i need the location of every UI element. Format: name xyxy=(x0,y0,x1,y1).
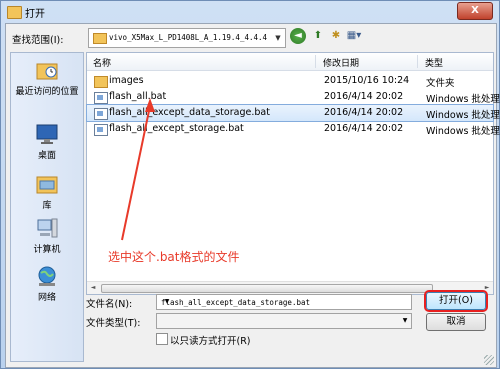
filetype-select[interactable]: ▼ xyxy=(156,313,412,329)
lookin-combobox[interactable]: vivo_X5Max_L_PD1408L_A_1.19.4_4.4.4 ▼ xyxy=(88,28,286,48)
folder-icon xyxy=(94,76,108,88)
recent-places-icon xyxy=(36,63,58,80)
library-icon xyxy=(36,176,58,194)
file-name: flash_all_except_storage.bat xyxy=(109,123,244,134)
scroll-thumb[interactable] xyxy=(101,284,433,293)
back-button[interactable]: ◄ xyxy=(290,28,306,44)
column-type[interactable]: 类型 xyxy=(425,56,443,69)
places-bar: 最近访问的位置 桌面 库 计算机 网络 xyxy=(10,52,84,362)
batch-file-icon xyxy=(94,124,108,136)
file-type: Windows 批处理文 xyxy=(426,126,500,137)
desktop-icon xyxy=(36,124,58,144)
file-date: 2016/4/14 20:02 xyxy=(324,91,404,102)
file-date: 2016/4/14 20:02 xyxy=(324,107,404,118)
file-date: 2015/10/16 10:24 xyxy=(324,75,410,86)
column-date[interactable]: 修改日期 xyxy=(323,56,359,69)
place-label: 库 xyxy=(42,201,52,211)
file-row-selected[interactable]: flash_all_except_data_storage.bat 2016/4… xyxy=(86,104,500,122)
column-name[interactable]: 名称 xyxy=(93,56,111,69)
close-button[interactable]: X xyxy=(457,2,493,20)
file-type: Windows 批处理文 xyxy=(426,110,500,121)
place-label: 网络 xyxy=(37,293,56,303)
open-button[interactable]: 打开(O) xyxy=(426,292,486,310)
file-row[interactable]: flash_all_except_storage.bat 2016/4/14 2… xyxy=(87,121,500,137)
cancel-button[interactable]: 取消 xyxy=(426,313,486,331)
place-label: 计算机 xyxy=(33,245,61,255)
place-computer[interactable]: 计算机 xyxy=(11,217,83,255)
readonly-label: 以只读方式打开(R) xyxy=(170,336,251,347)
file-row[interactable]: flash_all.bat 2016/4/14 20:02 Windows 批处… xyxy=(87,89,500,105)
readonly-checkbox[interactable] xyxy=(156,333,168,345)
title-bar[interactable]: 打开 X xyxy=(1,1,499,23)
view-menu-button[interactable]: ▦▾ xyxy=(346,28,362,44)
place-recent[interactable]: 最近访问的位置 xyxy=(11,59,83,97)
file-type: Windows 批处理文 xyxy=(426,94,500,105)
file-type: 文件夹 xyxy=(426,78,455,89)
folder-icon xyxy=(93,33,107,44)
batch-file-icon xyxy=(94,92,108,104)
filename-value: flash_all_except_data_storage.bat xyxy=(161,298,311,307)
lookin-label: 查找范围(I): xyxy=(12,35,64,46)
computer-icon xyxy=(37,218,58,238)
annotation-text: 选中这个.bat格式的文件 xyxy=(108,250,240,264)
filetype-label: 文件类型(T): xyxy=(86,318,141,329)
resize-grip[interactable] xyxy=(484,355,494,365)
place-library[interactable]: 库 xyxy=(11,173,83,211)
scroll-left-icon[interactable]: ◄ xyxy=(87,282,99,294)
file-name: flash_all.bat xyxy=(109,91,167,102)
column-header: 名称 修改日期 类型 xyxy=(87,53,493,71)
file-name: flash_all_except_data_storage.bat xyxy=(109,107,270,118)
folder-icon xyxy=(7,6,22,19)
file-name: images xyxy=(109,75,144,86)
chevron-down-icon[interactable]: ▼ xyxy=(161,295,173,309)
open-file-dialog: 打开 X 查找范围(I): vivo_X5Max_L_PD1408L_A_1.1… xyxy=(0,0,500,369)
place-label: 桌面 xyxy=(37,151,56,161)
lookin-value: vivo_X5Max_L_PD1408L_A_1.19.4_4.4.4 xyxy=(109,33,268,42)
place-label: 最近访问的位置 xyxy=(15,87,79,97)
window-title: 打开 xyxy=(25,9,45,20)
dialog-body: 查找范围(I): vivo_X5Max_L_PD1408L_A_1.19.4_4… xyxy=(5,23,500,368)
file-date: 2016/4/14 20:02 xyxy=(324,123,404,134)
batch-file-icon xyxy=(94,108,108,120)
filename-label: 文件名(N): xyxy=(86,299,133,310)
new-folder-button[interactable]: ✱ xyxy=(328,28,344,44)
filename-input[interactable]: flash_all_except_data_storage.bat ▼ xyxy=(156,294,412,310)
up-folder-button[interactable]: ⬆ xyxy=(310,28,326,44)
place-desktop[interactable]: 桌面 xyxy=(11,123,83,161)
network-icon xyxy=(38,266,56,286)
place-network[interactable]: 网络 xyxy=(11,265,83,303)
chevron-down-icon[interactable]: ▼ xyxy=(271,29,285,47)
chevron-down-icon[interactable]: ▼ xyxy=(399,314,411,328)
file-row[interactable]: images 2015/10/16 10:24 文件夹 xyxy=(87,73,493,89)
